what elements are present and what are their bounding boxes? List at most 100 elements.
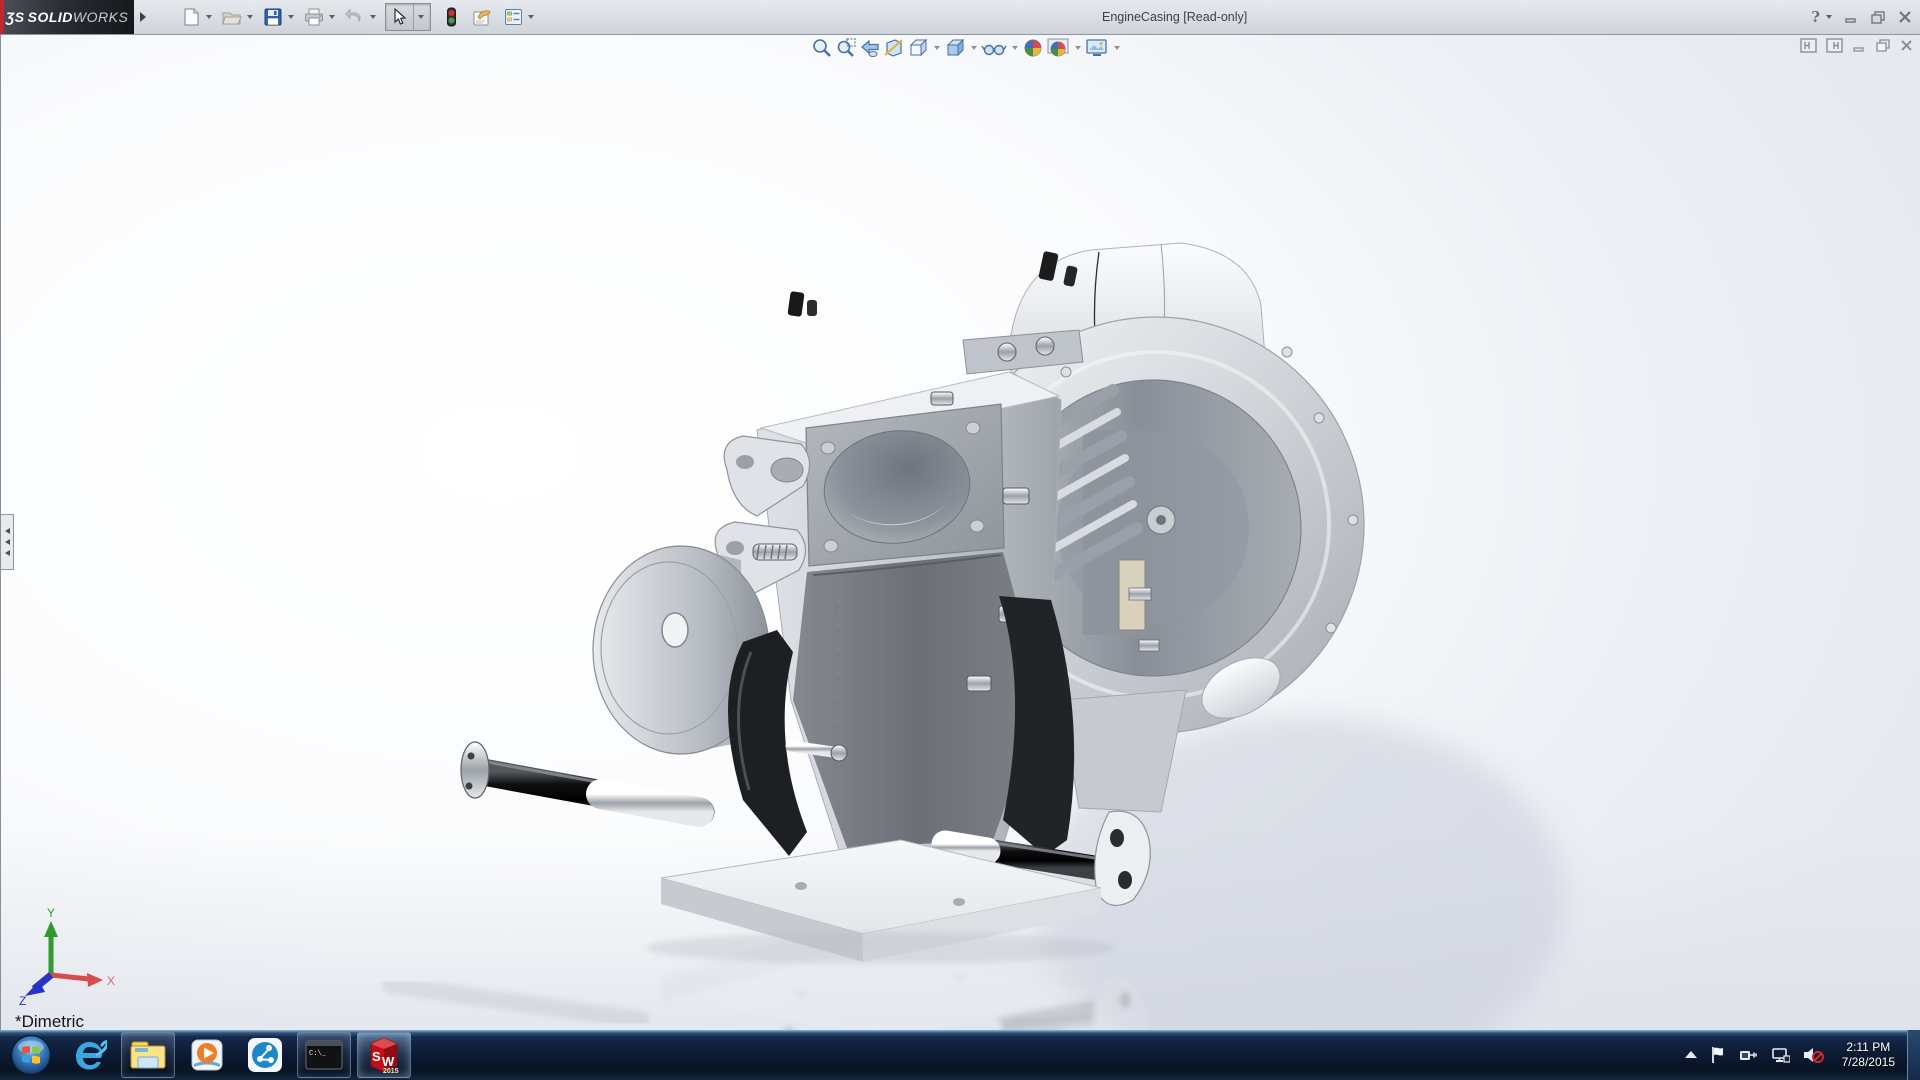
brand-name-2: WORKS	[72, 9, 129, 25]
view-orientation-dropdown[interactable]	[934, 46, 940, 50]
minimize-document-icon[interactable]	[1852, 39, 1866, 52]
help-dropdown[interactable]	[1826, 15, 1832, 19]
section-view-icon[interactable]	[883, 37, 905, 59]
triad-x-label: X	[107, 974, 115, 988]
taskbar-item-media-player[interactable]	[181, 1033, 233, 1077]
collapse-arrow-icon	[4, 550, 10, 556]
title-bar: ƷS SOLIDWORKS EngineCasing [Read-only] ?	[0, 0, 1920, 35]
save-dropdown[interactable]	[288, 15, 294, 19]
clock-date: 7/28/2015	[1841, 1055, 1895, 1069]
new-document-dropdown[interactable]	[206, 15, 212, 19]
network-icon[interactable]	[1770, 1046, 1790, 1064]
hide-show-items-dropdown[interactable]	[1012, 46, 1018, 50]
media-player-icon	[191, 1039, 223, 1071]
open-document-group	[221, 4, 253, 30]
collapse-arrow-icon	[4, 539, 10, 545]
taskbar-item-solidworks[interactable]: S W 2015	[357, 1032, 411, 1078]
close-document-icon[interactable]	[1900, 39, 1913, 52]
print-dropdown[interactable]	[329, 15, 335, 19]
show-right-pane-icon[interactable]	[1826, 38, 1843, 53]
undo-dropdown[interactable]	[370, 15, 376, 19]
file-properties-group	[471, 4, 493, 30]
taskbar-item-network-node-app[interactable]	[239, 1033, 291, 1077]
print-group	[303, 4, 335, 30]
select-tool-group	[385, 3, 431, 31]
windows-start-orb-icon	[10, 1034, 52, 1076]
previous-view-icon[interactable]	[859, 37, 881, 59]
restore-icon[interactable]	[1870, 10, 1886, 24]
rebuild-traffic-light-icon[interactable]	[440, 6, 462, 28]
menu-flyout-arrow[interactable]	[140, 12, 146, 22]
brand-name: SOLID	[27, 9, 73, 25]
help-icon[interactable]: ?	[1811, 8, 1820, 26]
network-node-app-icon	[248, 1038, 282, 1072]
view-orientation-label: *Dimetric	[15, 1012, 84, 1030]
select-cursor-icon[interactable]	[388, 6, 410, 28]
show-hidden-icons-button[interactable]	[1684, 1050, 1698, 1060]
windows-taskbar: C:\_ S W 2015 2:11 PM 7/28/2015	[0, 1030, 1920, 1080]
system-tray: 2:11 PM 7/28/2015	[1684, 1040, 1901, 1070]
file-properties-icon[interactable]	[471, 6, 493, 28]
close-icon[interactable]	[1898, 10, 1912, 24]
window-title: EngineCasing [Read-only]	[1102, 10, 1248, 24]
zoom-to-area-icon[interactable]	[835, 37, 857, 59]
triad-z-label: Z	[19, 994, 26, 1005]
select-tool-dropdown[interactable]	[413, 4, 428, 30]
view-orientation-icon[interactable]	[907, 37, 929, 59]
command-prompt-icon: C:\_	[305, 1040, 343, 1070]
minimize-icon[interactable]	[1844, 10, 1858, 24]
base-contact-shadow	[646, 932, 1116, 964]
apply-scene-dropdown[interactable]	[1075, 46, 1081, 50]
taskbar-item-command-prompt[interactable]: C:\_	[297, 1032, 351, 1078]
restore-document-icon[interactable]	[1875, 39, 1891, 52]
solidworks-screen: ƷS SOLIDWORKS EngineCasing [Read-only] ?…	[0, 0, 1920, 1080]
reference-triad: Y X Z	[19, 906, 115, 1005]
sw-letter-s: S	[372, 1049, 381, 1064]
feature-manager-collapsed-tab[interactable]	[1, 514, 14, 570]
apply-scene-icon[interactable]	[1046, 37, 1070, 59]
internet-explorer-icon	[76, 1040, 107, 1070]
display-style-dropdown[interactable]	[971, 46, 977, 50]
show-left-pane-icon[interactable]	[1800, 38, 1817, 53]
undo-group	[344, 4, 376, 30]
options-icon[interactable]	[502, 6, 524, 28]
triad-y-label: Y	[47, 906, 55, 920]
solidworks-logo: ƷS SOLIDWORKS	[6, 9, 129, 25]
open-document-icon[interactable]	[221, 6, 243, 28]
clock-time: 2:11 PM	[1846, 1040, 1891, 1054]
options-group	[502, 4, 534, 30]
action-center-flag-icon[interactable]	[1710, 1046, 1726, 1064]
quick-access-toolbar	[180, 0, 543, 34]
taskbar-item-internet-explorer[interactable]	[63, 1033, 115, 1077]
zoom-to-fit-icon[interactable]	[811, 37, 833, 59]
new-document-group	[180, 4, 212, 30]
print-icon[interactable]	[303, 6, 325, 28]
engine-casing-model[interactable]	[1, 34, 1920, 1030]
display-style-icon[interactable]	[944, 37, 966, 59]
edit-appearance-icon[interactable]	[1022, 37, 1044, 59]
start-button[interactable]	[8, 1032, 54, 1078]
taskbar-clock[interactable]: 2:11 PM 7/28/2015	[1836, 1040, 1901, 1070]
view-settings-dropdown[interactable]	[1114, 46, 1120, 50]
collapse-arrow-icon	[4, 528, 10, 534]
volume-muted-icon[interactable]	[1802, 1046, 1824, 1064]
show-desktop-button[interactable]	[1907, 1030, 1920, 1080]
sw-letter-w: W	[382, 1054, 395, 1069]
graphics-viewport[interactable]: Y X Z *Dimetric	[0, 34, 1920, 1030]
save-icon[interactable]	[262, 6, 284, 28]
undo-icon[interactable]	[344, 6, 366, 28]
solidworks-menu-button[interactable]: ƷS SOLIDWORKS	[0, 0, 134, 34]
windows-explorer-icon	[130, 1041, 166, 1069]
solidworks-2015-icon: S W 2015	[370, 1037, 399, 1074]
document-window-controls	[1800, 38, 1913, 53]
rebuild-group	[440, 4, 462, 30]
power-plug-icon[interactable]	[1738, 1046, 1758, 1064]
taskbar-item-windows-explorer[interactable]	[121, 1032, 175, 1078]
view-settings-icon[interactable]	[1085, 37, 1109, 59]
new-document-icon[interactable]	[180, 6, 202, 28]
options-dropdown[interactable]	[528, 15, 534, 19]
logo-red-strip	[0, 0, 4, 34]
command-prompt-text: C:\_	[309, 1050, 327, 1058]
hide-show-items-icon[interactable]	[981, 37, 1007, 59]
open-document-dropdown[interactable]	[247, 15, 253, 19]
